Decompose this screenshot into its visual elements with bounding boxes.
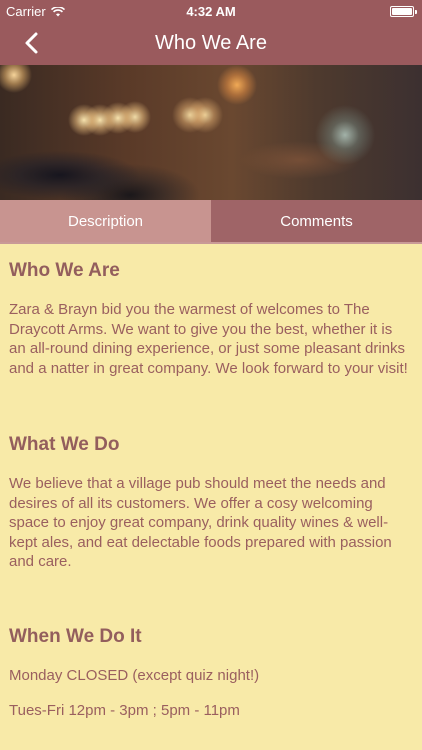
battery-icon	[390, 6, 417, 17]
status-time: 4:32 AM	[186, 4, 236, 19]
section-heading-when-we-do-it: When We Do It	[9, 625, 142, 647]
section-heading-what-we-do: What We Do	[9, 434, 120, 455]
hours-line-tues-fri: Tues-Fri 12pm - 3pm ; 5pm - 11pm	[9, 702, 240, 719]
hero-image	[0, 65, 422, 200]
tab-bar: Description Comments	[0, 200, 422, 244]
section-text-who-we-are: Zara & Brayn bid you the warmest of welc…	[9, 301, 408, 377]
status-bar: Carrier 4:32 AM	[0, 0, 422, 22]
header: Carrier 4:32 AM Who We Are	[0, 0, 422, 65]
section-text-what-we-do: We believe that a village pub should mee…	[9, 475, 392, 570]
tab-comments[interactable]: Comments	[211, 200, 422, 242]
section-heading-who-we-are: Who We Are	[9, 260, 120, 281]
page-title: Who We Are	[155, 32, 267, 54]
hours-line-monday: Monday CLOSED (except quiz night!)	[9, 666, 260, 684]
nav-bar: Who We Are	[0, 22, 422, 65]
description-content: Who We Are Zara & Brayn bid you the warm…	[0, 246, 422, 750]
tab-description[interactable]: Description	[0, 200, 211, 242]
